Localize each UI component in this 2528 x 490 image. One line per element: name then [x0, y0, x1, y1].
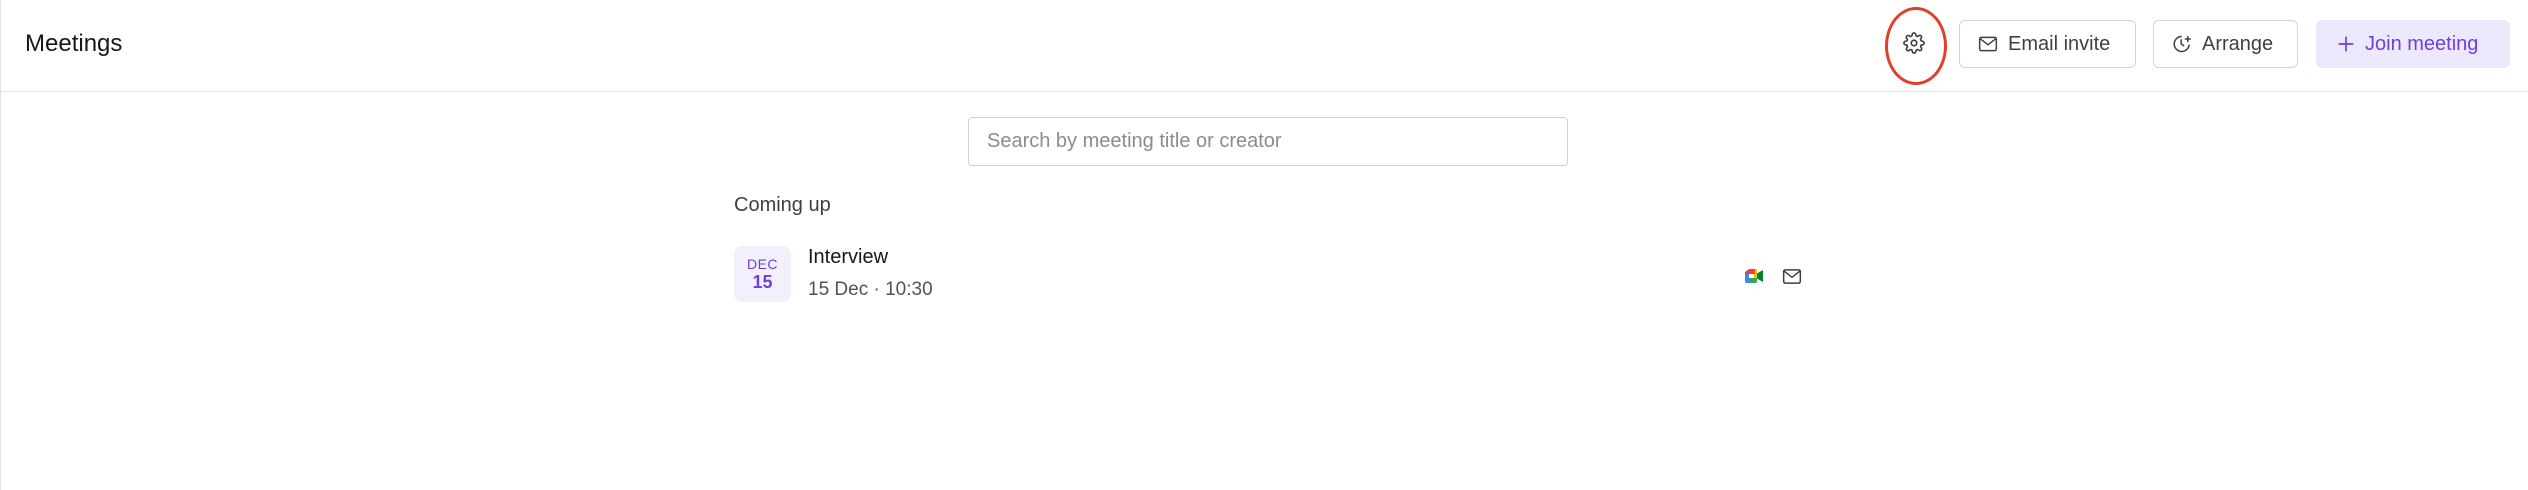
- meeting-list-item[interactable]: DEC 15 Interview 15 Dec · 10:30: [734, 244, 1811, 308]
- plus-icon: [2337, 35, 2355, 53]
- search-input[interactable]: [968, 117, 1568, 166]
- arrange-button[interactable]: Arrange: [2153, 20, 2298, 68]
- mail-icon[interactable]: [1780, 264, 1804, 288]
- settings-button[interactable]: [1889, 24, 1939, 66]
- date-day: 15: [752, 272, 773, 292]
- app-window: Meetings Email invite Arrange Join meeti…: [0, 0, 2528, 490]
- meeting-datetime: 15 Dec · 10:30: [808, 279, 933, 300]
- clock-plus-icon: [2172, 34, 2192, 54]
- page-title: Meetings: [25, 30, 123, 57]
- date-badge: DEC 15: [734, 246, 791, 302]
- email-invite-button[interactable]: Email invite: [1959, 20, 2136, 68]
- date-month: DEC: [746, 256, 779, 272]
- arrange-label: Arrange: [2202, 32, 2274, 55]
- google-meet-icon[interactable]: [1742, 264, 1766, 288]
- meeting-title: Interview: [808, 246, 889, 268]
- join-meeting-label: Join meeting: [2365, 32, 2479, 55]
- gear-icon: [1903, 31, 1925, 59]
- email-invite-label: Email invite: [2008, 32, 2111, 55]
- join-meeting-button[interactable]: Join meeting: [2316, 20, 2510, 68]
- mail-icon: [1978, 35, 1998, 53]
- page-header: Meetings Email invite Arrange Join meeti…: [1, 0, 2528, 92]
- section-heading-coming-up: Coming up: [734, 194, 831, 216]
